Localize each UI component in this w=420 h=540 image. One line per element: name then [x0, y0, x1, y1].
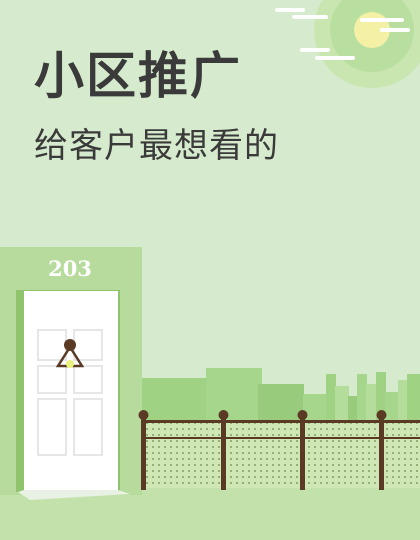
door-number-label: 203: [48, 256, 92, 281]
page-title: 小区推广: [34, 47, 242, 105]
page-subtitle: 给客户最想看的: [34, 126, 279, 166]
fence: [138, 410, 420, 490]
sun-icon: [314, 0, 420, 88]
poster: 小区推广 给客户最想看的 203: [0, 0, 420, 540]
door: [18, 291, 130, 500]
